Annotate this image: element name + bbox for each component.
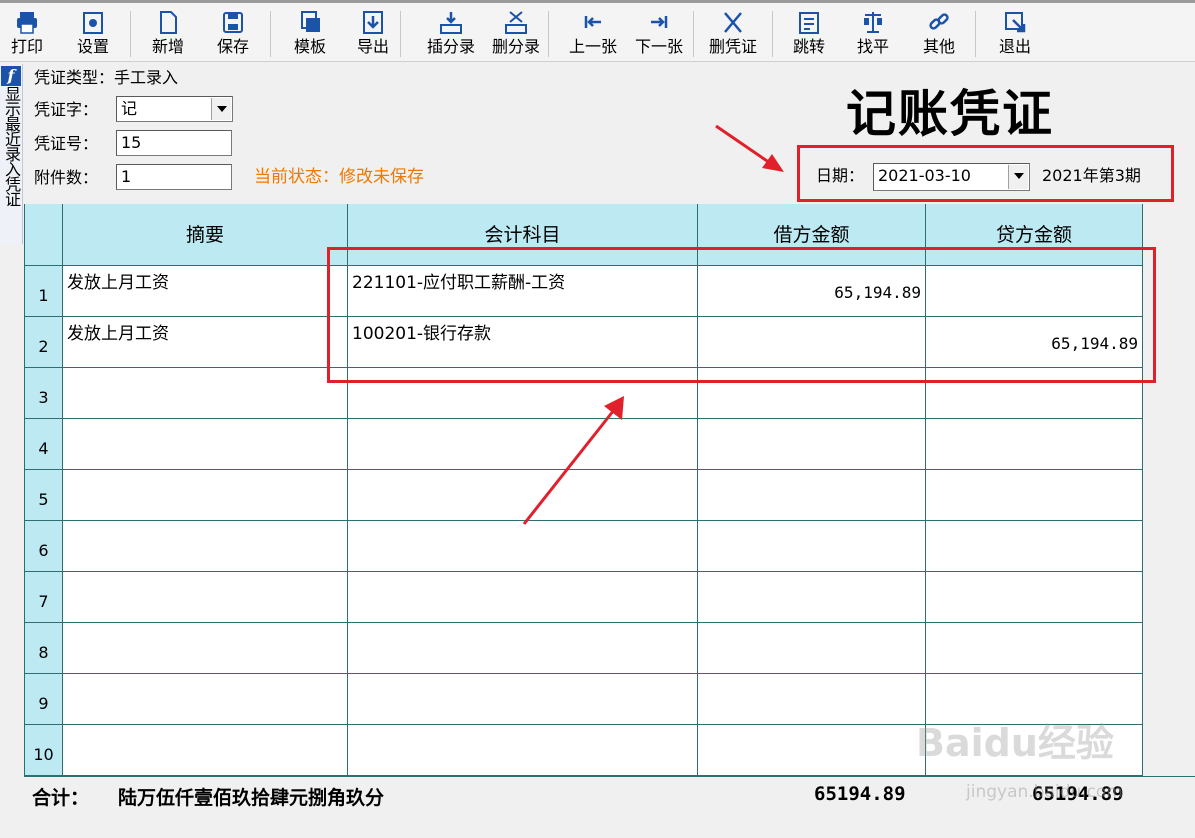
annotation-arrows xyxy=(522,124,784,525)
arrow-to-date xyxy=(715,124,784,172)
arrow-to-entries xyxy=(522,396,624,525)
